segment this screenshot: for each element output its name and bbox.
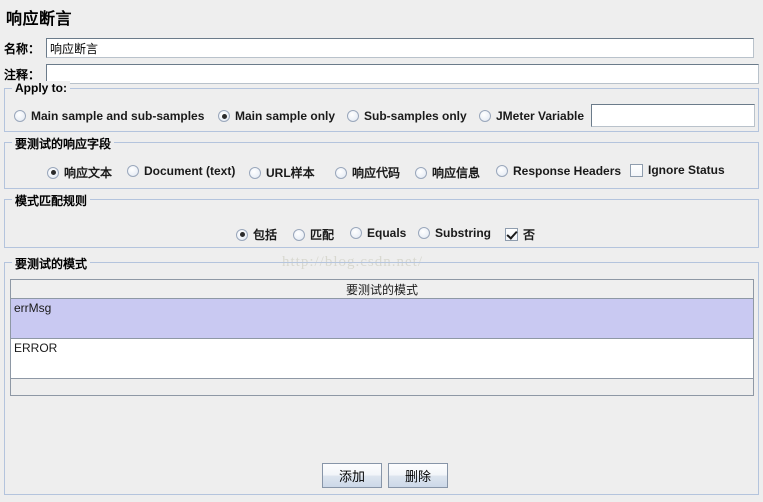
radio-substring[interactable]: Substring bbox=[418, 226, 491, 240]
radio-label: Main sample only bbox=[235, 109, 336, 123]
radio-icon bbox=[350, 227, 362, 239]
pattern-rules-group-title: 模式匹配规则 bbox=[12, 192, 91, 209]
delete-button[interactable]: 删除 bbox=[388, 463, 448, 488]
checkbox-ignore-status[interactable]: Ignore Status bbox=[630, 163, 725, 177]
radio-label: Document (text) bbox=[144, 164, 236, 178]
apply-to-group: Apply to: Main sample and sub-samples Ma… bbox=[4, 81, 759, 132]
table-row[interactable]: errMsg bbox=[11, 299, 753, 339]
pattern-rules-group: 模式匹配规则 包括 匹配 Equals Substring 否 bbox=[4, 192, 759, 248]
table-body: errMsg ERROR bbox=[11, 299, 753, 395]
name-label: 名称： bbox=[4, 41, 41, 56]
jmeter-variable-input[interactable] bbox=[591, 104, 755, 127]
radio-label: Substring bbox=[435, 226, 491, 240]
radio-icon bbox=[249, 166, 261, 179]
name-row: 名称： bbox=[0, 38, 763, 58]
radio-label: JMeter Variable bbox=[496, 109, 585, 123]
radio-icon bbox=[347, 110, 359, 122]
checkbox-not[interactable]: 否 bbox=[505, 226, 535, 243]
radio-label: 响应信息 bbox=[432, 166, 481, 180]
radio-apply-main-only[interactable]: Main sample only bbox=[218, 109, 335, 123]
radio-apply-jmeter-variable[interactable]: JMeter Variable bbox=[479, 109, 584, 123]
radio-icon bbox=[14, 110, 26, 122]
checkbox-icon bbox=[505, 228, 518, 241]
radio-apply-main-and-sub[interactable]: Main sample and sub-samples bbox=[14, 109, 204, 123]
response-assertion-panel: 响应断言 名称： 注释： Apply to: Main sample and s… bbox=[0, 0, 763, 502]
table-empty-area bbox=[11, 379, 753, 395]
radio-label: Main sample and sub-samples bbox=[31, 109, 205, 123]
radio-icon bbox=[127, 165, 139, 177]
response-field-group: 要测试的响应字段 响应文本 Document (text) URL样本 响应代码… bbox=[4, 135, 759, 189]
patterns-group: 要测试的模式 要测试的模式 errMsg ERROR 添加 删除 bbox=[4, 255, 759, 495]
radio-contains[interactable]: 包括 bbox=[236, 226, 277, 243]
radio-icon bbox=[293, 228, 305, 241]
radio-url-sample[interactable]: URL样本 bbox=[249, 164, 315, 181]
table-column-header[interactable]: 要测试的模式 bbox=[11, 280, 753, 299]
radio-icon bbox=[236, 228, 248, 241]
radio-response-text[interactable]: 响应文本 bbox=[47, 164, 112, 181]
checkbox-label: Ignore Status bbox=[648, 163, 725, 177]
radio-icon bbox=[415, 166, 427, 179]
checkbox-label: 否 bbox=[523, 228, 536, 242]
name-input[interactable] bbox=[46, 38, 754, 58]
radio-matches[interactable]: 匹配 bbox=[293, 226, 334, 243]
patterns-group-title: 要测试的模式 bbox=[12, 255, 91, 272]
table-cell-pattern: errMsg bbox=[14, 301, 52, 315]
comment-label: 注释： bbox=[4, 67, 41, 82]
patterns-table[interactable]: 要测试的模式 errMsg ERROR bbox=[10, 279, 754, 396]
response-field-group-title: 要测试的响应字段 bbox=[12, 135, 115, 152]
radio-label: 响应代码 bbox=[352, 166, 401, 180]
checkbox-icon bbox=[630, 163, 643, 177]
apply-to-group-title: Apply to: bbox=[12, 81, 70, 95]
radio-icon bbox=[496, 165, 508, 177]
radio-icon bbox=[335, 166, 347, 179]
radio-icon bbox=[218, 110, 230, 122]
radio-label: 包括 bbox=[253, 228, 278, 242]
radio-label: 匹配 bbox=[310, 228, 335, 242]
radio-apply-sub-only[interactable]: Sub-samples only bbox=[347, 109, 467, 123]
comment-input[interactable] bbox=[46, 64, 759, 84]
add-button[interactable]: 添加 bbox=[322, 463, 382, 488]
radio-response-code[interactable]: 响应代码 bbox=[335, 164, 400, 181]
radio-icon bbox=[479, 110, 491, 122]
radio-icon bbox=[418, 227, 430, 239]
radio-label: Equals bbox=[367, 226, 407, 240]
radio-icon bbox=[47, 166, 59, 179]
radio-label: 响应文本 bbox=[64, 166, 113, 180]
radio-response-headers[interactable]: Response Headers bbox=[496, 164, 621, 178]
radio-document-text[interactable]: Document (text) bbox=[127, 164, 235, 178]
table-row[interactable]: ERROR bbox=[11, 339, 753, 379]
radio-label: Sub-samples only bbox=[364, 109, 467, 123]
page-title: 响应断言 bbox=[6, 11, 73, 28]
comment-row: 注释： bbox=[0, 64, 763, 84]
radio-response-message[interactable]: 响应信息 bbox=[415, 164, 480, 181]
radio-equals[interactable]: Equals bbox=[350, 226, 406, 240]
table-cell-pattern: ERROR bbox=[14, 341, 58, 355]
radio-label: Response Headers bbox=[513, 164, 622, 178]
radio-label: URL样本 bbox=[266, 166, 315, 180]
